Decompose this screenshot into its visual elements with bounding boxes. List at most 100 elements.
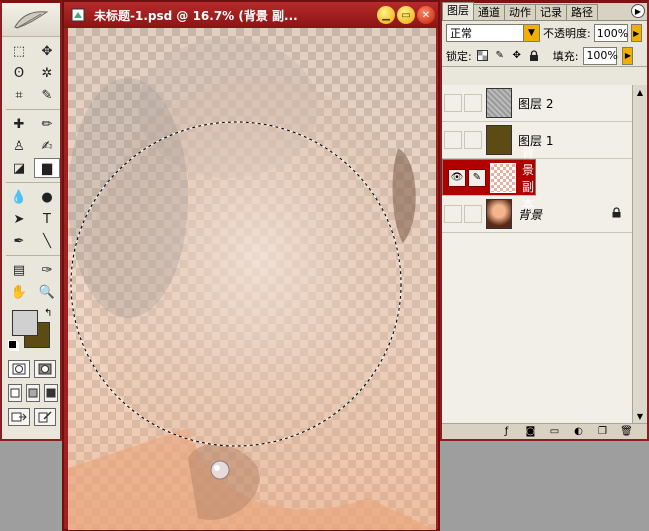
zoom-tool[interactable]: 🔍 — [34, 282, 60, 302]
layer-style-icon[interactable]: ƒ — [500, 426, 513, 438]
healing-brush-tool[interactable]: ✚ — [6, 114, 32, 134]
brush-icon[interactable]: ✎ — [468, 168, 486, 187]
slice-tool[interactable]: ✎ — [34, 85, 60, 105]
swap-colors-icon[interactable]: ↰ — [44, 308, 52, 319]
screen-mode-standard-button[interactable] — [8, 384, 22, 402]
quick-mask-button[interactable] — [34, 360, 56, 378]
panel-tabs: 图层 通道 动作 记录 路径 ▶ — [442, 2, 647, 21]
layer-link-toggle[interactable] — [464, 94, 482, 112]
jump-to-imageready-button[interactable] — [8, 408, 30, 426]
new-layer-icon[interactable]: ❐ — [596, 426, 609, 438]
type-icon: T — [43, 211, 51, 227]
layer-row-selected[interactable]: 👁 ✎ 背景 副本 — [442, 146, 536, 211]
jump-buttons — [2, 402, 60, 426]
visibility-toggle[interactable] — [444, 94, 462, 112]
panel-menu-arrow-icon[interactable]: ▶ — [631, 4, 645, 18]
notes-tool[interactable]: ▤ — [6, 260, 32, 280]
feather-logo-icon[interactable] — [2, 3, 60, 37]
eyedropper-tool[interactable]: ✑ — [34, 260, 60, 280]
new-group-icon[interactable]: ▭ — [548, 426, 561, 438]
layer-link-toggle[interactable] — [464, 205, 482, 223]
layer-thumbnail — [486, 125, 512, 155]
lock-all-icon[interactable] — [528, 49, 540, 62]
history-brush-tool[interactable]: ✍ — [34, 136, 60, 156]
scroll-up-icon[interactable]: ▲ — [633, 85, 647, 99]
hand-icon: ✋ — [10, 284, 28, 300]
magic-wand-icon: ✲ — [41, 65, 53, 81]
layer-list-scrollbar[interactable]: ▲ ▼ — [632, 85, 647, 425]
document-title: 未标题-1.psd @ 16.7% (背景 副... — [94, 8, 298, 23]
toolbox-panel: ⬚ ✥ ʘ ✲ ⌗ ✎ ✚ ✏ ♙ ✍ ◪ ▆ 💧 ● ➤ T ✒ ╲ ▤ ✑ ✋ 🔍 ↰ — [0, 0, 62, 441]
scroll-down-icon[interactable]: ▼ — [633, 409, 647, 423]
line-tool[interactable]: ╲ — [34, 231, 60, 251]
blend-mode-select[interactable]: 正常 ▼ — [446, 24, 540, 42]
eye-icon[interactable]: 👁 — [448, 168, 466, 187]
circular-selection-marquee[interactable] — [68, 28, 436, 530]
trash-icon[interactable]: 🗑 — [620, 426, 633, 438]
visibility-toggle[interactable] — [444, 205, 462, 223]
fill-slider-arrow-icon[interactable]: ▶ — [622, 46, 634, 65]
lock-pixels-icon[interactable]: ✎ — [494, 50, 506, 62]
layer-row[interactable]: 背景 — [442, 196, 632, 233]
layer-name: 图层 1 — [518, 133, 554, 148]
tab-history[interactable]: 记录 — [535, 4, 567, 20]
layer-row[interactable]: 图层 2 — [442, 85, 632, 122]
opacity-input[interactable]: 100% — [593, 24, 628, 42]
layer-row[interactable]: 图层 1 — [442, 122, 632, 159]
tab-channels[interactable]: 通道 — [473, 4, 505, 20]
adjustment-layer-icon[interactable]: ◐ — [572, 426, 585, 438]
magic-wand-tool[interactable]: ✲ — [34, 63, 60, 83]
lock-position-icon[interactable]: ✥ — [511, 50, 523, 62]
layer-name: 背景 副本 — [522, 145, 535, 211]
hand-tool[interactable]: ✋ — [6, 282, 32, 302]
blur-tool[interactable]: 💧 — [6, 187, 32, 207]
layer-thumbnail — [490, 162, 516, 193]
clone-stamp-tool[interactable]: ♙ — [6, 136, 32, 156]
type-tool[interactable]: T — [34, 209, 60, 229]
pen-tool[interactable]: ✒ — [6, 231, 32, 251]
fill-input[interactable]: 100% — [583, 46, 618, 65]
layer-name: 背景 — [518, 207, 543, 222]
gradient-tool[interactable]: ▆ — [34, 158, 60, 178]
scroll-track[interactable] — [633, 99, 647, 409]
screen-mode-menu-button[interactable] — [26, 384, 40, 402]
visibility-toggle[interactable] — [444, 131, 462, 149]
screen-mode-full-button[interactable] — [44, 384, 58, 402]
lock-icon — [612, 207, 626, 221]
marquee-tool[interactable]: ⬚ — [6, 41, 32, 61]
tab-actions[interactable]: 动作 — [504, 4, 536, 20]
edit-in-imageready-icon[interactable] — [34, 408, 56, 426]
foreground-color-swatch[interactable] — [12, 310, 38, 336]
screen-mode-buttons — [2, 378, 60, 402]
move-tool[interactable]: ✥ — [34, 41, 60, 61]
document-file-icon — [70, 7, 86, 23]
minimize-button[interactable]: ▁ — [377, 6, 395, 24]
image-canvas[interactable] — [68, 28, 436, 530]
lasso-tool[interactable]: ʘ — [6, 63, 32, 83]
layer-link-toggle[interactable] — [464, 131, 482, 149]
zoom-icon: 🔍 — [38, 284, 56, 300]
path-selection-tool[interactable]: ➤ — [6, 209, 32, 229]
blend-options-row: 正常 ▼ 不透明度: 100% ▶ — [442, 21, 647, 45]
lock-transparency-icon[interactable] — [477, 50, 489, 62]
tab-layers[interactable]: 图层 — [442, 2, 474, 20]
notes-icon: ▤ — [12, 262, 26, 278]
maximize-button[interactable]: ▭ — [397, 6, 415, 24]
history-brush-icon: ✍ — [41, 138, 53, 154]
crop-tool[interactable]: ⌗ — [6, 85, 32, 105]
document-window: 未标题-1.psd @ 16.7% (背景 副... ▁ ▭ ✕ — [62, 0, 440, 531]
pen-icon: ✒ — [13, 233, 25, 249]
default-colors-icon[interactable] — [8, 340, 17, 349]
opacity-label: 不透明度: — [543, 27, 591, 40]
standard-mode-button[interactable] — [8, 360, 30, 378]
opacity-slider-arrow-icon[interactable]: ▶ — [630, 24, 642, 42]
close-button[interactable]: ✕ — [417, 6, 435, 24]
tab-paths[interactable]: 路径 — [566, 4, 598, 20]
brush-tool[interactable]: ✏ — [34, 114, 60, 134]
marquee-icon: ⬚ — [12, 43, 26, 59]
eraser-tool[interactable]: ◪ — [6, 158, 32, 178]
add-mask-icon[interactable]: ◙ — [524, 426, 537, 438]
dodge-tool[interactable]: ● — [34, 187, 60, 207]
document-title-bar[interactable]: 未标题-1.psd @ 16.7% (背景 副... ▁ ▭ ✕ — [64, 2, 438, 28]
tool-separator — [6, 255, 60, 256]
